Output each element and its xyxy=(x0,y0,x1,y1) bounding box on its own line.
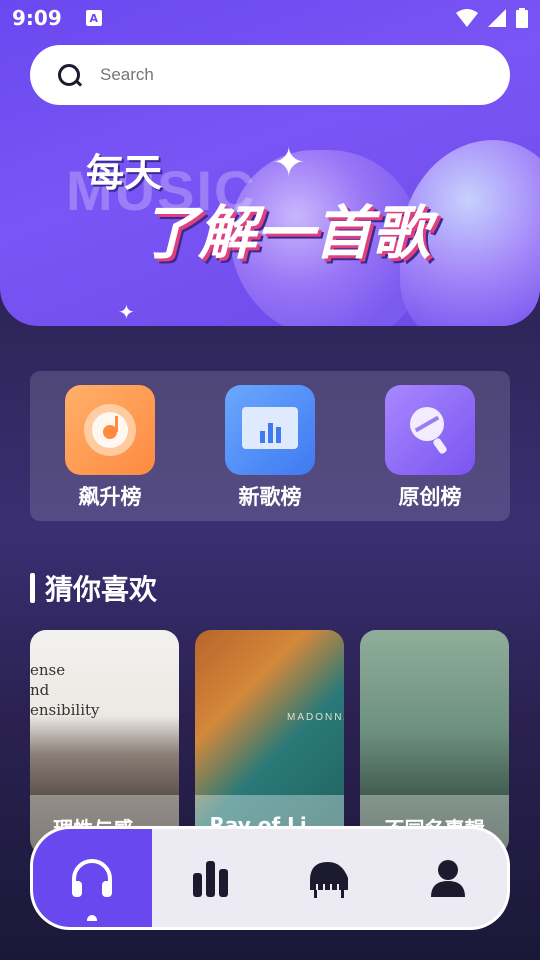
section-title-text: 猜你喜欢 xyxy=(45,573,158,606)
chart-new[interactable]: 新歌榜 xyxy=(210,385,330,511)
chart-original[interactable]: 原创榜 xyxy=(370,385,490,511)
chart-label: 飙升榜 xyxy=(78,485,142,509)
search-icon xyxy=(58,64,80,86)
notification-icon: A xyxy=(85,10,102,26)
tab-charts[interactable] xyxy=(152,829,271,927)
recommend-list: ense nd ensibility 理性与感... MADONNA Ray o… xyxy=(30,630,510,855)
search-input[interactable] xyxy=(100,65,460,85)
sparkle-icon: ✦ xyxy=(118,300,135,324)
piano-icon xyxy=(310,862,349,898)
banner-slogan-main: 了解一首歌 xyxy=(140,199,431,267)
recommend-card[interactable]: 不同名專輯 xyxy=(360,630,509,855)
tab-listen[interactable] xyxy=(33,829,152,927)
search-bar[interactable] xyxy=(30,45,510,105)
tab-instruments[interactable] xyxy=(270,829,389,927)
battery-icon xyxy=(516,8,528,28)
disc-icon xyxy=(65,385,155,475)
album-cover-text: ense nd ensibility xyxy=(30,661,100,719)
microphone-icon xyxy=(385,385,475,475)
album-cover-text: MADONNA xyxy=(287,712,344,723)
chart-rising[interactable]: 飙升榜 xyxy=(50,385,170,511)
status-time: 9:09 xyxy=(12,6,62,30)
tab-profile[interactable] xyxy=(389,829,508,927)
section-marker xyxy=(30,573,35,603)
section-title: 猜你喜欢 xyxy=(30,568,157,608)
chart-categories: 飙升榜 新歌榜 原创榜 xyxy=(30,371,510,521)
bar-chart-icon xyxy=(192,861,228,897)
chart-label: 新歌榜 xyxy=(238,485,302,509)
wifi-icon xyxy=(456,9,478,27)
bottom-tab-bar xyxy=(30,826,510,930)
status-bar: 9:09 A xyxy=(0,0,540,36)
recommend-card[interactable]: ense nd ensibility 理性与感... xyxy=(30,630,179,855)
user-icon xyxy=(430,860,465,897)
chart-label: 原创榜 xyxy=(398,485,462,509)
signal-icon xyxy=(488,9,506,27)
status-icons xyxy=(456,8,528,28)
sparkle-icon: ✦ xyxy=(272,140,306,186)
headphones-icon xyxy=(72,859,113,897)
recommend-card[interactable]: MADONNA Ray of Li... xyxy=(195,630,344,855)
bar-chart-icon xyxy=(225,385,315,475)
